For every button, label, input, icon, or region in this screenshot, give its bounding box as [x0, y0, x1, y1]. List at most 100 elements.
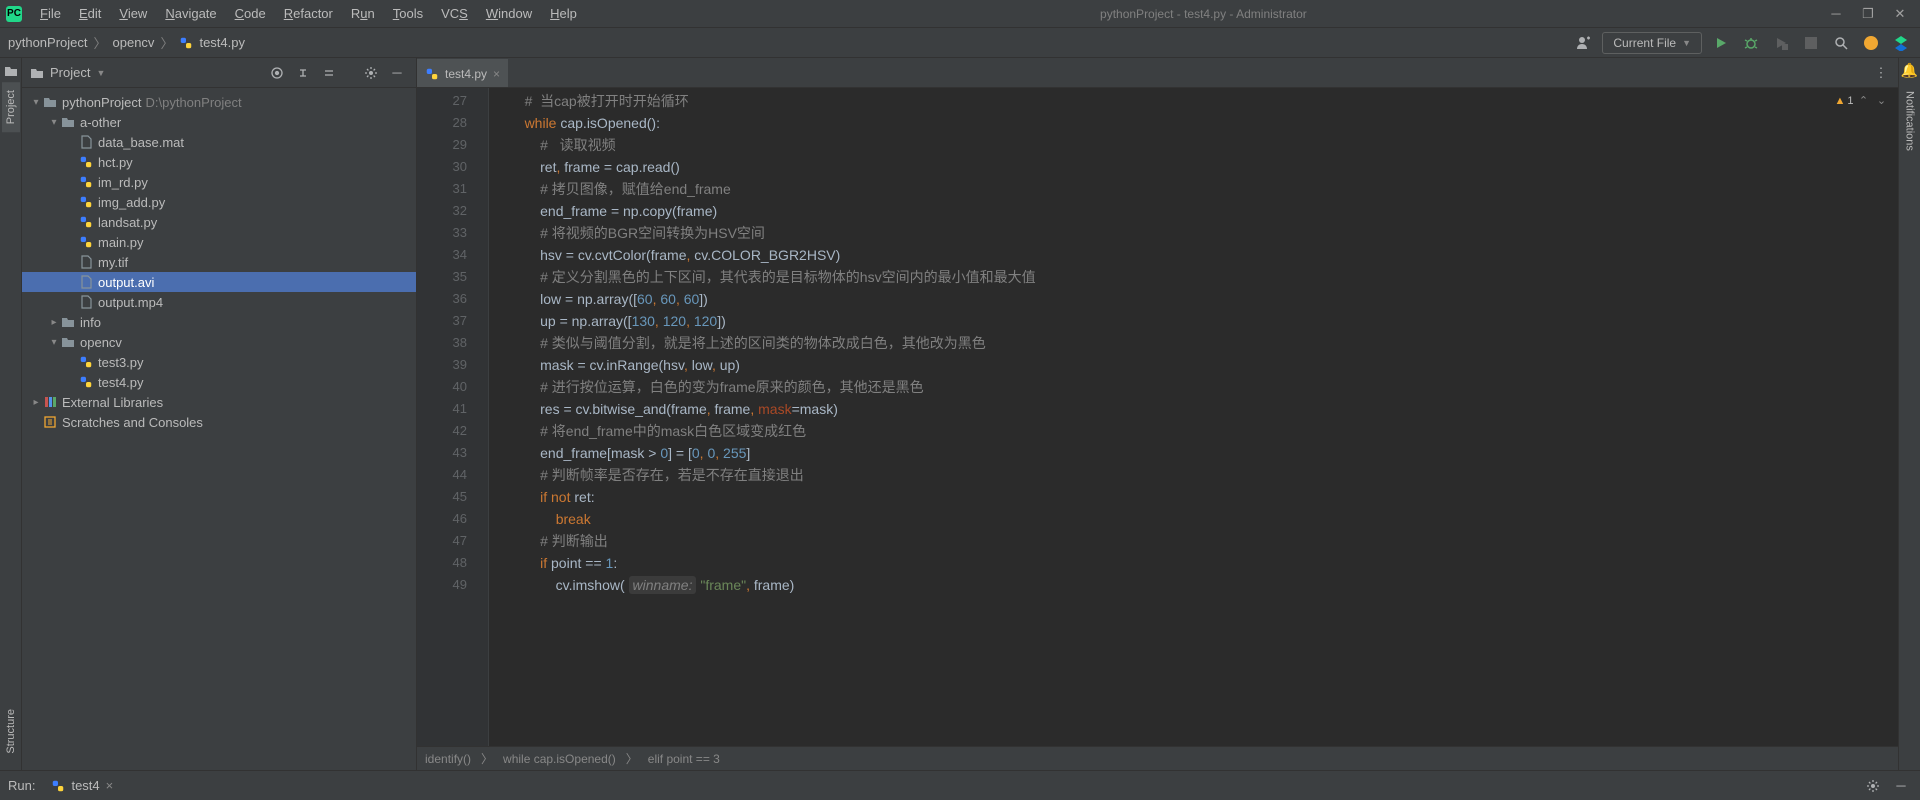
menu-run[interactable]: Run: [343, 3, 383, 24]
main-menu: File Edit View Navigate Code Refactor Ru…: [32, 3, 585, 24]
expand-all-button[interactable]: [292, 62, 314, 84]
tree-arrow-icon[interactable]: ▾: [48, 337, 60, 348]
menu-refactor[interactable]: Refactor: [276, 3, 341, 24]
editor-tab-bar: test4.py × ⋮: [417, 58, 1898, 88]
tree-item[interactable]: data_base.mat: [22, 132, 416, 152]
run-settings-button[interactable]: [1862, 775, 1884, 797]
tree-item[interactable]: ▾pythonProjectD:\pythonProject: [22, 92, 416, 112]
run-minimize-button[interactable]: ─: [1890, 775, 1912, 797]
tree-item[interactable]: test4.py: [22, 372, 416, 392]
tree-arrow-icon[interactable]: ▾: [48, 117, 60, 128]
app-logo-icon: PC: [6, 6, 22, 22]
run-button[interactable]: [1710, 32, 1732, 54]
tree-arrow-icon[interactable]: ▸: [48, 317, 60, 328]
breadcrumb-file[interactable]: test4.py: [199, 35, 245, 50]
menu-vcs[interactable]: VCS: [433, 3, 476, 24]
tree-item[interactable]: ▾opencv: [22, 332, 416, 352]
tree-item[interactable]: ▸ info: [22, 312, 416, 332]
collapse-all-button[interactable]: [318, 62, 340, 84]
tree-item-label: landsat.py: [98, 215, 157, 230]
breadcrumb-folder[interactable]: opencv: [113, 35, 155, 50]
run-config-label: Current File: [1613, 36, 1676, 50]
tree-item-label: main.py: [98, 235, 144, 250]
prev-highlight-button[interactable]: ⌃: [1856, 94, 1872, 107]
debug-button[interactable]: [1740, 32, 1762, 54]
tree-item[interactable]: output.mp4: [22, 292, 416, 312]
menu-tools[interactable]: Tools: [385, 3, 431, 24]
chevron-down-icon: ▼: [1682, 38, 1691, 48]
tree-item[interactable]: im_rd.py: [22, 172, 416, 192]
warning-count[interactable]: 1: [1847, 95, 1853, 107]
close-run-tab-button[interactable]: ×: [106, 778, 114, 793]
menu-edit[interactable]: Edit: [71, 3, 109, 24]
tab-menu-button[interactable]: ⋮: [1870, 62, 1892, 84]
tree-item[interactable]: main.py: [22, 232, 416, 252]
project-view-selector[interactable]: Project ▼: [30, 65, 105, 80]
panel-minimize-button[interactable]: ─: [386, 62, 408, 84]
menu-navigate[interactable]: Navigate: [157, 3, 224, 24]
editor-breadcrumb: identify()〉 while cap.isOpened()〉 elif p…: [417, 746, 1898, 770]
folder-icon: [42, 94, 58, 110]
tree-item[interactable]: output.avi: [22, 272, 416, 292]
tree-item-label: output.mp4: [98, 295, 163, 310]
close-button[interactable]: ✕: [1886, 4, 1914, 24]
menu-code[interactable]: Code: [227, 3, 274, 24]
tree-item[interactable]: test3.py: [22, 352, 416, 372]
tree-item[interactable]: img_add.py: [22, 192, 416, 212]
project-tool-tab[interactable]: Project: [2, 82, 20, 132]
maximize-button[interactable]: ❐: [1854, 4, 1882, 24]
panel-title-label: Project: [50, 65, 90, 80]
py-icon: [78, 194, 94, 210]
run-tab[interactable]: test4 ×: [43, 774, 121, 797]
folder-icon: [60, 114, 76, 130]
run-config-selector[interactable]: Current File ▼: [1602, 32, 1702, 54]
crumb-item[interactable]: elif point == 3: [648, 752, 720, 766]
py-icon: [78, 154, 94, 170]
panel-settings-button[interactable]: [360, 62, 382, 84]
tree-item[interactable]: ▾a-other: [22, 112, 416, 132]
stop-button[interactable]: [1800, 32, 1822, 54]
menu-help[interactable]: Help: [542, 3, 585, 24]
crumb-item[interactable]: identify(): [425, 752, 471, 766]
menu-window[interactable]: Window: [478, 3, 540, 24]
ide-updates-icon[interactable]: [1860, 32, 1882, 54]
notifications-tool-tab[interactable]: Notifications: [1901, 83, 1919, 159]
editor-tab[interactable]: test4.py ×: [417, 59, 508, 87]
editor-area: test4.py × ⋮ 272829303132333435363738394…: [417, 58, 1898, 770]
close-tab-button[interactable]: ×: [493, 67, 500, 81]
code-editor[interactable]: # 当cap被打开时开始循环 while cap.isOpened(): # 读…: [489, 88, 1826, 746]
tree-item[interactable]: hct.py: [22, 152, 416, 172]
tree-item-label: info: [80, 315, 101, 330]
notifications-icon[interactable]: 🔔: [1901, 62, 1918, 79]
fold-gutter[interactable]: [475, 88, 489, 746]
menu-view[interactable]: View: [111, 3, 155, 24]
add-user-icon[interactable]: [1572, 32, 1594, 54]
tree-arrow-icon[interactable]: ▸: [30, 397, 42, 408]
navigation-bar: pythonProject 〉 opencv 〉 test4.py Curren…: [0, 28, 1920, 58]
tree-item[interactable]: landsat.py: [22, 212, 416, 232]
tree-item[interactable]: Scratches and Consoles: [22, 412, 416, 432]
menu-file[interactable]: File: [32, 3, 69, 24]
tree-item[interactable]: my.tif: [22, 252, 416, 272]
minimize-button[interactable]: ─: [1822, 4, 1850, 24]
search-everywhere-button[interactable]: [1830, 32, 1852, 54]
tree-item-label: my.tif: [98, 255, 128, 270]
title-bar: PC File Edit View Navigate Code Refactor…: [0, 0, 1920, 28]
file-icon: [78, 294, 94, 310]
structure-tool-tab[interactable]: Structure: [2, 701, 20, 762]
select-opened-file-button[interactable]: [266, 62, 288, 84]
project-tree[interactable]: ▾pythonProjectD:\pythonProject▾a-otherda…: [22, 88, 416, 770]
py-icon: [78, 214, 94, 230]
tab-label: test4.py: [445, 67, 487, 81]
tree-arrow-icon[interactable]: ▾: [30, 97, 42, 108]
project-tool-icon[interactable]: [4, 64, 18, 78]
lib-icon: [42, 394, 58, 410]
run-label: Run:: [8, 778, 35, 793]
crumb-item[interactable]: while cap.isOpened(): [503, 752, 616, 766]
breadcrumb: pythonProject 〉 opencv 〉 test4.py: [8, 33, 245, 52]
breadcrumb-root[interactable]: pythonProject: [8, 35, 88, 50]
next-highlight-button[interactable]: ⌄: [1874, 94, 1890, 107]
tree-item[interactable]: ▸External Libraries: [22, 392, 416, 412]
code-with-me-icon[interactable]: [1890, 32, 1912, 54]
run-with-coverage-button[interactable]: [1770, 32, 1792, 54]
